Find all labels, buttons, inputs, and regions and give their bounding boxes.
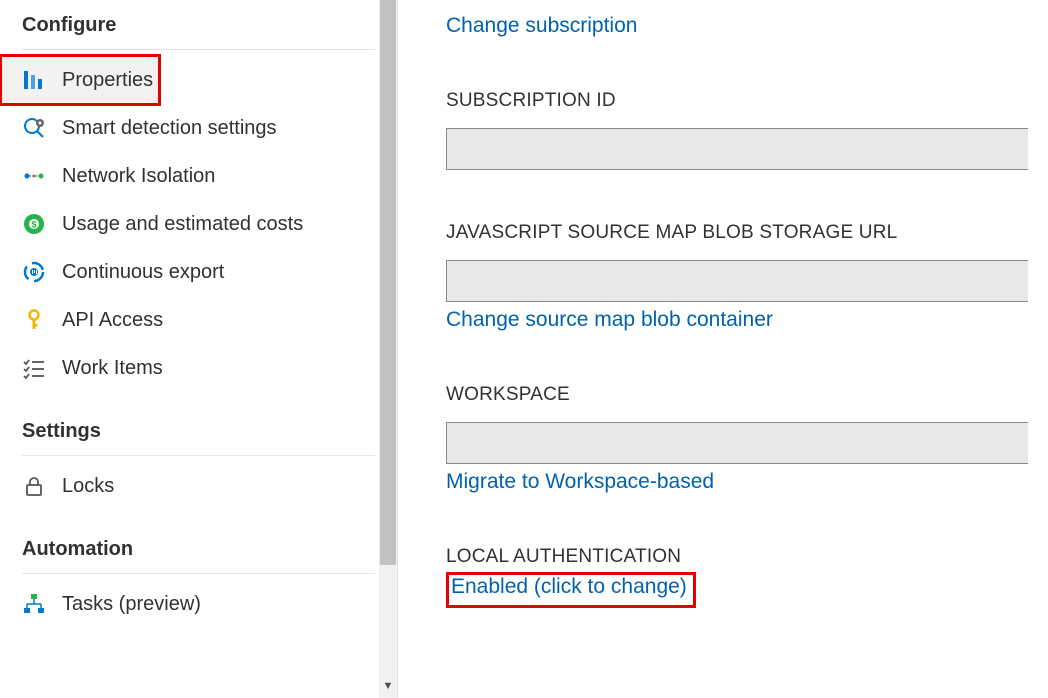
change-sourcemap-link[interactable]: Change source map blob container — [446, 308, 773, 332]
properties-icon — [22, 68, 46, 92]
cost-icon: $ — [22, 212, 46, 236]
nav-item-label: Properties — [62, 69, 153, 92]
checklist-icon — [22, 356, 46, 380]
nav-item-work-items[interactable]: Work Items — [0, 344, 397, 392]
nav-item-continuous-export[interactable]: Continuous export — [0, 248, 397, 296]
subscription-id-input[interactable] — [446, 128, 1028, 170]
local-auth-highlight: Enabled (click to change) — [446, 572, 696, 608]
scrollbar-down-arrow[interactable]: ▼ — [383, 680, 394, 698]
nav-item-tasks[interactable]: Tasks (preview) — [0, 580, 397, 628]
nav-item-usage-costs[interactable]: $ Usage and estimated costs — [0, 200, 397, 248]
nav-item-label: Continuous export — [62, 261, 224, 284]
nav-item-label: Smart detection settings — [62, 117, 277, 140]
tasks-icon — [22, 592, 46, 616]
sidebar-section-configure: Configure Properties Smar — [0, 0, 397, 392]
scrollbar-thumb[interactable] — [380, 0, 396, 565]
sidebar-section-automation: Automation Tasks (preview) — [0, 510, 397, 628]
local-auth-label: LOCAL AUTHENTICATION — [446, 546, 1048, 568]
nav-item-api-access[interactable]: API Access — [0, 296, 397, 344]
sourcemap-label: JAVASCRIPT SOURCE MAP BLOB STORAGE URL — [446, 222, 1048, 244]
subscription-id-label: SUBSCRIPTION ID — [446, 90, 1048, 112]
nav-item-locks[interactable]: Locks — [0, 462, 397, 510]
nav-item-label: Locks — [62, 475, 114, 498]
nav-item-properties[interactable]: Properties — [1, 56, 159, 104]
lock-icon — [22, 474, 46, 498]
section-header-settings: Settings — [0, 392, 397, 455]
workspace-label: WORKSPACE — [446, 384, 1048, 406]
network-icon — [22, 164, 46, 188]
export-icon — [22, 260, 46, 284]
scrollbar[interactable]: ▼ — [379, 0, 397, 698]
nav-item-label: Usage and estimated costs — [62, 213, 303, 236]
sourcemap-input[interactable] — [446, 260, 1028, 302]
sidebar-section-settings: Settings Locks — [0, 392, 397, 510]
nav-item-label: Network Isolation — [62, 165, 215, 188]
section-header-configure: Configure — [0, 0, 397, 49]
section-header-automation: Automation — [0, 510, 397, 573]
nav-item-label: Tasks (preview) — [62, 593, 201, 616]
nav-item-network-isolation[interactable]: Network Isolation — [0, 152, 397, 200]
key-icon — [22, 308, 46, 332]
sidebar: Configure Properties Smar — [0, 0, 398, 698]
nav-item-label: API Access — [62, 309, 163, 332]
divider — [22, 573, 375, 574]
divider — [22, 49, 375, 50]
main-panel: Change subscription SUBSCRIPTION ID JAVA… — [398, 0, 1048, 698]
workspace-input[interactable] — [446, 422, 1028, 464]
local-auth-toggle-link[interactable]: Enabled (click to change) — [451, 575, 687, 599]
svg-text:$: $ — [31, 220, 36, 230]
divider — [22, 455, 375, 456]
migrate-workspace-link[interactable]: Migrate to Workspace-based — [446, 470, 714, 494]
change-subscription-link[interactable]: Change subscription — [446, 14, 637, 38]
magnifier-gear-icon — [22, 116, 46, 140]
nav-item-smart-detection[interactable]: Smart detection settings — [0, 104, 397, 152]
nav-item-label: Work Items — [62, 357, 163, 380]
